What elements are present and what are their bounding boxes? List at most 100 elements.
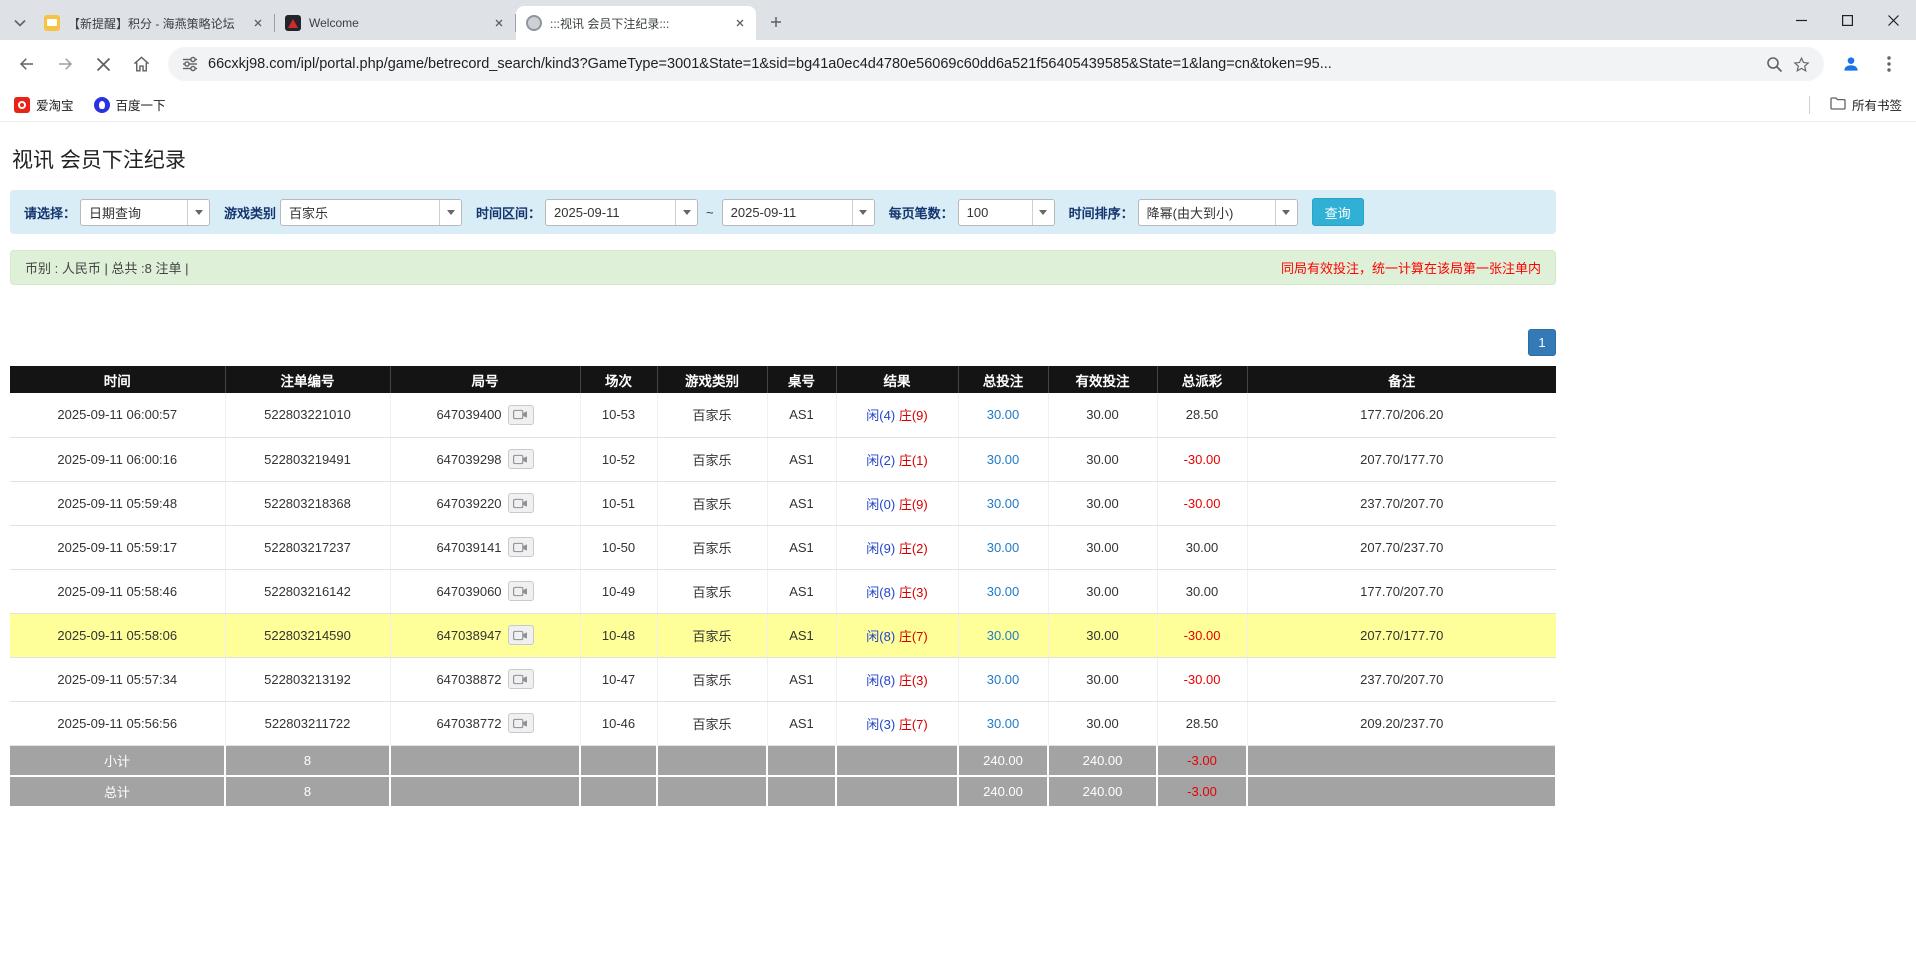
page-number-button[interactable]: 1 xyxy=(1528,329,1556,356)
video-replay-icon[interactable] xyxy=(508,581,534,601)
range-separator: ~ xyxy=(706,205,714,220)
time-sort-select[interactable]: 降幂(由大到小) xyxy=(1138,199,1298,226)
url-text[interactable]: 66cxkj98.com/ipl/portal.php/game/betreco… xyxy=(208,56,1756,72)
back-button[interactable] xyxy=(10,47,44,81)
cell-count: 8 xyxy=(225,776,390,807)
chevron-down-icon[interactable] xyxy=(675,200,697,225)
bookmark-item-baidu[interactable]: 百度一下 xyxy=(94,95,166,114)
column-header: 总投注 xyxy=(958,366,1048,393)
cell-empty xyxy=(390,776,580,807)
total-bet-link[interactable]: 30.00 xyxy=(987,407,1020,422)
tab-title: :::视讯 会员下注纪录::: xyxy=(550,15,724,32)
round-number: 647038772 xyxy=(436,716,501,731)
cell-payout: 30.00 xyxy=(1157,569,1247,613)
combo-value: 百家乐 xyxy=(281,200,439,225)
cell-bet-id: 522803211722 xyxy=(225,701,390,745)
chevron-down-icon[interactable] xyxy=(439,200,461,225)
new-tab-button[interactable] xyxy=(762,8,790,36)
cell-payout: -30.00 xyxy=(1157,481,1247,525)
result-player: 闲(9) xyxy=(866,541,895,556)
result-player: 闲(2) xyxy=(866,453,895,468)
video-replay-icon[interactable] xyxy=(508,449,534,469)
cell-time: 2025-09-11 06:00:16 xyxy=(10,437,225,481)
bookmarks-divider xyxy=(1809,96,1810,114)
close-window-button[interactable] xyxy=(1870,0,1916,40)
cell-valid-bet: 30.00 xyxy=(1048,393,1157,437)
cell-valid-bet: 30.00 xyxy=(1048,437,1157,481)
total-bet-link[interactable]: 30.00 xyxy=(987,716,1020,731)
cell-payout: -30.00 xyxy=(1157,657,1247,701)
minimize-button[interactable] xyxy=(1778,0,1824,40)
cell-valid-bet: 240.00 xyxy=(1048,745,1157,776)
cell-game-type: 百家乐 xyxy=(657,481,767,525)
total-bet-link[interactable]: 30.00 xyxy=(987,496,1020,511)
cell-round: 647039141 xyxy=(390,525,580,569)
result-banker: 庄(7) xyxy=(899,717,928,732)
stop-loading-icon[interactable] xyxy=(86,47,120,81)
cell-game-type: 百家乐 xyxy=(657,657,767,701)
cell-bet-id: 522803219491 xyxy=(225,437,390,481)
video-replay-icon[interactable] xyxy=(508,537,534,557)
game-type-select[interactable]: 百家乐 xyxy=(280,199,462,226)
all-bookmarks-button[interactable]: 所有书签 xyxy=(1830,95,1902,114)
maximize-button[interactable] xyxy=(1824,0,1870,40)
browser-tab-bet-records[interactable]: :::视讯 会员下注纪录::: xyxy=(516,6,756,40)
cell-round: 647038872 xyxy=(390,657,580,701)
total-bet-link[interactable]: 30.00 xyxy=(987,452,1020,467)
cell-table-no: AS1 xyxy=(767,569,836,613)
chevron-down-icon[interactable] xyxy=(1275,200,1297,225)
video-replay-icon[interactable] xyxy=(508,713,534,733)
tab-close-icon[interactable] xyxy=(250,15,266,31)
home-button[interactable] xyxy=(124,47,158,81)
cell-bet-id: 522803214590 xyxy=(225,613,390,657)
date-to-select[interactable]: 2025-09-11 xyxy=(722,199,875,226)
cell-round: 647039400 xyxy=(390,393,580,437)
tab-close-icon[interactable] xyxy=(732,15,748,31)
forward-button[interactable] xyxy=(48,47,82,81)
cell-time: 2025-09-11 05:57:34 xyxy=(10,657,225,701)
browser-tab-forum[interactable]: 【新提醒】积分 - 海燕策略论坛 xyxy=(34,6,274,40)
video-replay-icon[interactable] xyxy=(508,669,534,689)
cell-game-type: 百家乐 xyxy=(657,613,767,657)
total-bet-link[interactable]: 30.00 xyxy=(987,672,1020,687)
video-replay-icon[interactable] xyxy=(508,493,534,513)
date-from-select[interactable]: 2025-09-11 xyxy=(545,199,698,226)
cell-round: 647039298 xyxy=(390,437,580,481)
cell-session: 10-53 xyxy=(580,393,657,437)
profile-avatar[interactable] xyxy=(1834,47,1868,81)
browser-toolbar: 66cxkj98.com/ipl/portal.php/game/betreco… xyxy=(0,40,1916,88)
total-bet-link[interactable]: 30.00 xyxy=(987,540,1020,555)
result-banker: 庄(9) xyxy=(899,497,928,512)
address-bar[interactable]: 66cxkj98.com/ipl/portal.php/game/betreco… xyxy=(168,47,1824,81)
zoom-icon[interactable] xyxy=(1766,56,1783,73)
cell-table-no: AS1 xyxy=(767,437,836,481)
table-row: 2025-09-11 05:58:46522803216142647039060… xyxy=(10,569,1556,613)
tab-search-chevron-icon[interactable] xyxy=(6,6,34,40)
total-bet-link[interactable]: 30.00 xyxy=(987,584,1020,599)
per-page-select[interactable]: 100 xyxy=(958,199,1055,226)
chevron-down-icon[interactable] xyxy=(852,200,874,225)
cell-total-bet: 30.00 xyxy=(958,657,1048,701)
query-type-select[interactable]: 日期查询 xyxy=(80,199,210,226)
browser-tab-welcome[interactable]: Welcome xyxy=(275,6,515,40)
table-row: 2025-09-11 05:56:56522803211722647038772… xyxy=(10,701,1556,745)
chevron-down-icon[interactable] xyxy=(187,200,209,225)
cell-table-no: AS1 xyxy=(767,525,836,569)
total-bet-link[interactable]: 30.00 xyxy=(987,628,1020,643)
cell-session: 10-48 xyxy=(580,613,657,657)
cell-valid-bet: 30.00 xyxy=(1048,613,1157,657)
cell-total-bet: 30.00 xyxy=(958,613,1048,657)
filter-bar: 请选择： 日期查询 游戏类别 百家乐 时间区间： 2025-09-11 xyxy=(10,190,1556,234)
cell-session: 10-51 xyxy=(580,481,657,525)
tab-close-icon[interactable] xyxy=(491,15,507,31)
bookmark-star-icon[interactable] xyxy=(1793,56,1810,73)
chevron-down-icon[interactable] xyxy=(1032,200,1054,225)
site-info-icon[interactable] xyxy=(182,56,198,72)
bookmark-item-taobao[interactable]: 爱淘宝 xyxy=(14,95,74,114)
video-replay-icon[interactable] xyxy=(508,405,534,425)
cell-empty xyxy=(657,776,767,807)
search-button[interactable]: 查询 xyxy=(1312,198,1364,226)
cell-empty xyxy=(836,745,958,776)
menu-icon[interactable] xyxy=(1872,47,1906,81)
video-replay-icon[interactable] xyxy=(508,625,534,645)
